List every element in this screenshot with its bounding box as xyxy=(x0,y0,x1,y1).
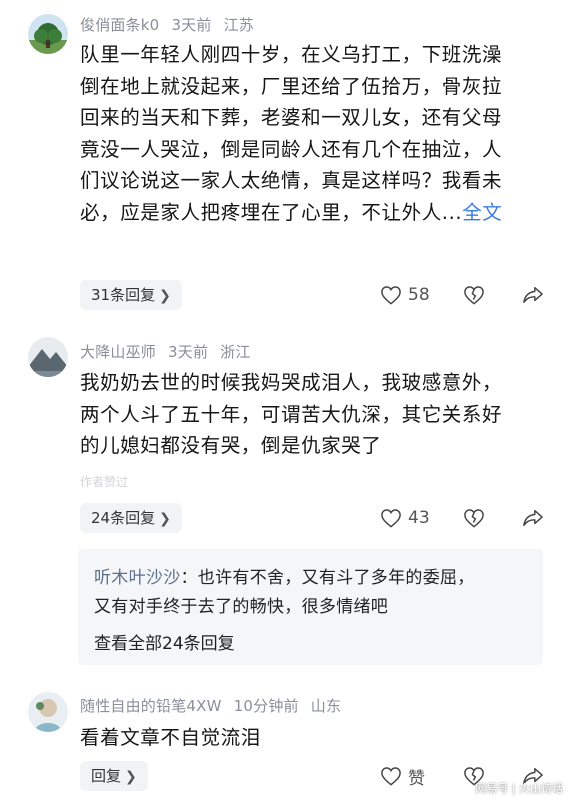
comment-text: 看着文章不自觉流泪 xyxy=(80,726,261,749)
avatar[interactable] xyxy=(28,692,68,732)
comment-meta: 随性自由的铅笔4XW 10分钟前 山东 xyxy=(80,695,353,716)
chevron-right-icon: ❯ xyxy=(159,511,171,527)
dislike-button[interactable] xyxy=(463,280,485,310)
chevron-right-icon: ❯ xyxy=(125,769,137,785)
share-arrow-icon xyxy=(523,287,543,303)
chevron-right-icon: ❯ xyxy=(159,288,171,304)
watermark: 网易号 | 火山诗话 xyxy=(475,782,563,795)
comment-text: 我奶奶去世的时候我妈哭成泪人，我玻感意外， 两个人斗了五十年，可谓苦大仇深，其它… xyxy=(80,371,503,457)
timestamp: 3天前 xyxy=(171,16,212,34)
comment-meta: 大降山巫师 3天前 浙江 xyxy=(80,341,263,362)
location: 山东 xyxy=(310,697,342,715)
sub-reply-box: 听木叶沙沙：也许有不舍，又有斗了多年的委屈， 又有对手终于去了的畅快，很多情绪吧… xyxy=(78,549,543,665)
share-button[interactable] xyxy=(522,503,544,533)
broken-heart-icon xyxy=(464,509,484,528)
like-count: 43 xyxy=(408,508,430,528)
full-text-link[interactable]: 全文 xyxy=(462,201,502,224)
heart-outline-icon xyxy=(381,286,401,305)
timestamp: 10分钟前 xyxy=(233,697,299,715)
share-arrow-icon xyxy=(523,510,543,526)
like-label: 赞 xyxy=(408,768,425,789)
view-replies-button[interactable]: 31条回复 ❯ xyxy=(80,280,182,310)
timestamp: 3天前 xyxy=(168,343,209,361)
comment-meta: 俊俏面条k0 3天前 江苏 xyxy=(80,14,266,35)
location: 江苏 xyxy=(223,16,254,34)
heart-outline-icon xyxy=(381,509,401,528)
avatar[interactable] xyxy=(28,337,68,377)
username[interactable]: 大降山巫师 xyxy=(80,343,156,361)
heart-outline-icon xyxy=(381,767,401,786)
location: 浙江 xyxy=(220,343,251,361)
sub-reply-text: 又有对手终于去了的畅快，很多情绪吧 xyxy=(94,597,389,617)
comment-text: 队里一年轻人刚四十岁，在义乌打工，下班洗澡 倒在地上就没起来，厂里还给了伍拾万，… xyxy=(80,43,503,224)
like-button[interactable]: 赞 xyxy=(380,761,425,791)
share-button[interactable] xyxy=(522,280,544,310)
view-all-replies-link[interactable]: 查看全部24条回复 xyxy=(94,629,235,654)
sub-reply-author[interactable]: 听木叶沙沙 xyxy=(94,568,181,588)
sub-reply-text: ：也许有不舍，又有斗了多年的委屈， xyxy=(180,568,475,588)
like-count: 58 xyxy=(408,285,430,305)
broken-heart-icon xyxy=(464,286,484,305)
view-replies-button[interactable]: 24条回复 ❯ xyxy=(80,503,182,533)
like-button[interactable]: 58 xyxy=(380,280,430,310)
avatar[interactable] xyxy=(28,14,68,54)
username[interactable]: 俊俏面条k0 xyxy=(80,16,159,34)
sub-reply-line: 听木叶沙沙：也许有不舍，又有斗了多年的委屈， xyxy=(94,563,475,588)
username[interactable]: 随性自由的铅笔4XW xyxy=(80,697,222,715)
reply-button[interactable]: 回复 ❯ xyxy=(80,761,148,791)
dislike-button[interactable] xyxy=(463,503,485,533)
like-button[interactable]: 43 xyxy=(380,503,430,533)
author-liked-tag: 作者赞过 xyxy=(80,475,129,489)
